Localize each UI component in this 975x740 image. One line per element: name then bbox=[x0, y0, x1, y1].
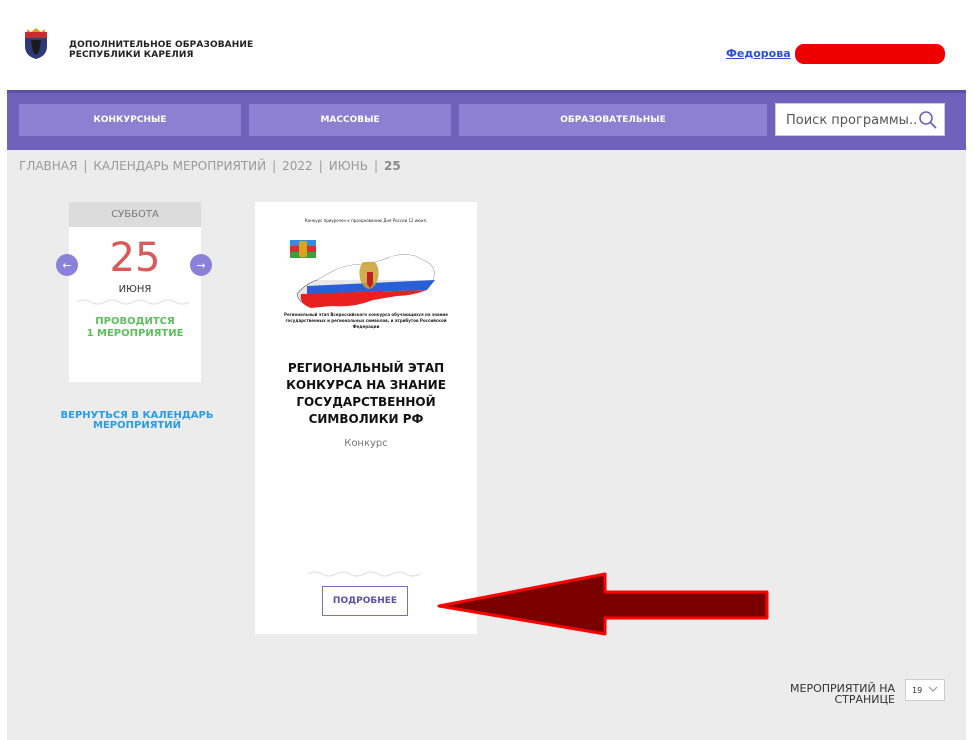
redacted-user-surname bbox=[795, 44, 945, 64]
next-day-button[interactable]: → bbox=[190, 254, 212, 276]
nav-top-border bbox=[7, 90, 966, 93]
month-label: ИЮНЯ bbox=[118, 284, 152, 295]
date-card: СУББОТА 25 ИЮНЯ ПРОВОДИТСЯ 1 МЕРОПРИЯТИЕ bbox=[69, 202, 201, 382]
russia-map-flag-image bbox=[290, 240, 435, 308]
events-count-line1: ПРОВОДИТСЯ bbox=[95, 316, 175, 327]
back-link-line2: МЕРОПРИЯТИЙ bbox=[93, 420, 181, 431]
prev-day-button[interactable]: ← bbox=[56, 254, 78, 276]
search-box bbox=[775, 103, 945, 136]
chevron-down-icon bbox=[928, 686, 938, 692]
nav-item-educational[interactable]: ОБРАЗОВАТЕЛЬНЫЕ bbox=[459, 104, 767, 136]
per-page-label-line2: СТРАНИЦЕ bbox=[834, 693, 895, 706]
arrow-left-icon: ← bbox=[62, 258, 72, 272]
details-button[interactable]: ПОДРОБНЕЕ bbox=[322, 586, 408, 616]
event-title: РЕГИОНАЛЬНЫЙ ЭТАП КОНКУРСА НА ЗНАНИЕ ГОС… bbox=[265, 360, 467, 428]
back-to-calendar-link[interactable]: ВЕРНУТЬСЯ В КАЛЕНДАРЬ МЕРОПРИЯТИЙ bbox=[47, 411, 227, 431]
event-title-line2: КОНКУРСА НА ЗНАНИЕ bbox=[286, 378, 446, 392]
breadcrumb-year[interactable]: 2022 bbox=[282, 159, 313, 173]
breadcrumb-calendar[interactable]: КАЛЕНДАРЬ МЕРОПРИЯТИЙ bbox=[93, 159, 266, 173]
nav-item-mass[interactable]: МАССОВЫЕ bbox=[249, 104, 451, 136]
per-page-select[interactable]: 19 bbox=[905, 679, 945, 701]
breadcrumb-separator: | bbox=[318, 159, 323, 173]
weekday-label: СУББОТА bbox=[69, 202, 201, 227]
nav-item-competitive[interactable]: КОНКУРСНЫЕ bbox=[19, 104, 241, 136]
site-title-line2: РЕСПУБЛИКИ КАРЕЛИЯ bbox=[69, 50, 194, 60]
breadcrumb-month[interactable]: ИЮНЬ bbox=[329, 159, 368, 173]
events-count-line2: 1 МЕРОПРИЯТИЕ bbox=[86, 328, 184, 339]
event-title-line1: РЕГИОНАЛЬНЫЙ ЭТАП bbox=[287, 361, 445, 375]
site-title-line1: ДОПОЛНИТЕЛЬНОЕ ОБРАЗОВАНИЕ bbox=[69, 40, 254, 50]
breadcrumb-separator: | bbox=[272, 159, 277, 173]
day-number: 25 bbox=[109, 235, 161, 281]
page: ДОПОЛНИТЕЛЬНОЕ ОБРАЗОВАНИЕ РЕСПУБЛИКИ КА… bbox=[7, 10, 966, 740]
user-profile-link[interactable]: Федорова bbox=[726, 47, 791, 60]
breadcrumb-home[interactable]: ГЛАВНАЯ bbox=[19, 159, 77, 173]
search-icon[interactable] bbox=[918, 110, 938, 130]
event-card[interactable]: Конкурс приурочен к празднованию Дня Рос… bbox=[255, 202, 477, 634]
event-type: Конкурс bbox=[344, 438, 388, 449]
per-page-label: МЕРОПРИЯТИЙ НА СТРАНИЦЕ bbox=[787, 683, 895, 705]
site-header: ДОПОЛНИТЕЛЬНОЕ ОБРАЗОВАНИЕ РЕСПУБЛИКИ КА… bbox=[7, 10, 966, 90]
arrow-right-icon: → bbox=[196, 258, 206, 272]
breadcrumb-current-day: 25 bbox=[383, 159, 401, 173]
red-annotation-arrow-icon bbox=[437, 572, 769, 636]
breadcrumb-separator: | bbox=[373, 159, 378, 173]
karelia-coat-of-arms-logo[interactable] bbox=[23, 28, 49, 60]
event-title-line4: СИМВОЛИКИ РФ bbox=[308, 412, 424, 426]
wave-divider-icon bbox=[308, 571, 421, 577]
event-title-line3: ГОСУДАРСТВЕННОЙ bbox=[296, 395, 436, 409]
breadcrumb-separator: | bbox=[83, 159, 88, 173]
poster-subtitle: Региональный этап Всероссийского конкурс… bbox=[284, 312, 448, 329]
main-nav: КОНКУРСНЫЕ МАССОВЫЕ ОБРАЗОВАТЕЛЬНЫЕ bbox=[7, 90, 966, 150]
poster-caption: Конкурс приурочен к празднованию Дня Рос… bbox=[304, 218, 428, 223]
events-count: ПРОВОДИТСЯ 1 МЕРОПРИЯТИЕ bbox=[69, 316, 201, 340]
site-title[interactable]: ДОПОЛНИТЕЛЬНОЕ ОБРАЗОВАНИЕ РЕСПУБЛИКИ КА… bbox=[69, 40, 253, 60]
search-input[interactable] bbox=[784, 112, 918, 129]
wave-divider-icon bbox=[77, 299, 190, 305]
per-page-value: 19 bbox=[912, 685, 923, 695]
breadcrumb: ГЛАВНАЯ | КАЛЕНДАРЬ МЕРОПРИЯТИЙ | 2022 | ИЮНЬ |… bbox=[19, 159, 401, 173]
